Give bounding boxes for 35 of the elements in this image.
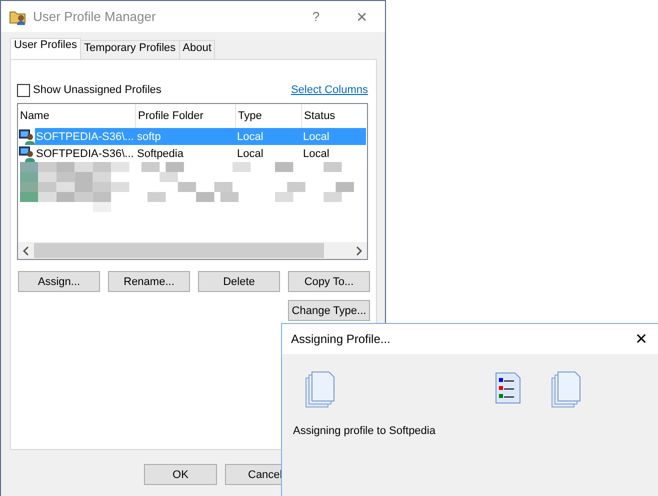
- action-button[interactable]: Assign...: [18, 271, 100, 292]
- close-button[interactable]: ✕: [339, 8, 385, 24]
- table-cell-text: Local: [236, 130, 264, 142]
- table-row[interactable]: SOFTPEDIA-S36\... Softpedia Local Local: [35, 145, 366, 162]
- table-cell-text: SOFTPEDIA-S36\...: [35, 148, 135, 160]
- tab[interactable]: User Profiles: [10, 38, 81, 59]
- dialog-title: Assigning Profile...: [291, 332, 390, 346]
- window-title: User Profile Manager: [33, 9, 157, 24]
- table-cell-text: SOFTPEDIA-S36\...: [35, 130, 135, 142]
- user-computer-icon: [19, 128, 35, 144]
- dialog-button[interactable]: OK: [144, 464, 217, 485]
- action-button[interactable]: Delete: [198, 271, 280, 292]
- close-button[interactable]: ✕: [635, 330, 648, 348]
- tab[interactable]: About: [178, 40, 216, 59]
- table-cell-text: softp: [136, 130, 162, 142]
- action-button[interactable]: Change Type...: [288, 300, 370, 321]
- checkbox[interactable]: [17, 84, 30, 96]
- documents-icon: [551, 371, 583, 409]
- action-button[interactable]: Rename...: [108, 271, 190, 292]
- column-header[interactable]: Status: [302, 104, 367, 128]
- list-icon: [495, 372, 521, 404]
- folder-user-icon: [9, 8, 27, 24]
- table-cell-text: Local: [236, 148, 264, 160]
- action-button[interactable]: Copy To...: [288, 271, 370, 292]
- select-columns-link[interactable]: Select Columns: [290, 84, 368, 96]
- table-cell-text: Softpedia: [136, 148, 184, 160]
- table-cell-text: Local: [302, 130, 330, 142]
- table-cell-text: Local: [302, 148, 330, 160]
- horizontal-scrollbar[interactable]: [18, 242, 367, 259]
- scrollbar-thumb[interactable]: [34, 243, 324, 258]
- help-button[interactable]: ?: [293, 9, 339, 24]
- documents-icon: [305, 371, 337, 409]
- status-message: Assigning profile to Softpedia: [293, 425, 436, 437]
- user-computer-icon: [19, 146, 35, 162]
- checkbox-label[interactable]: Show Unassigned Profiles: [33, 84, 162, 96]
